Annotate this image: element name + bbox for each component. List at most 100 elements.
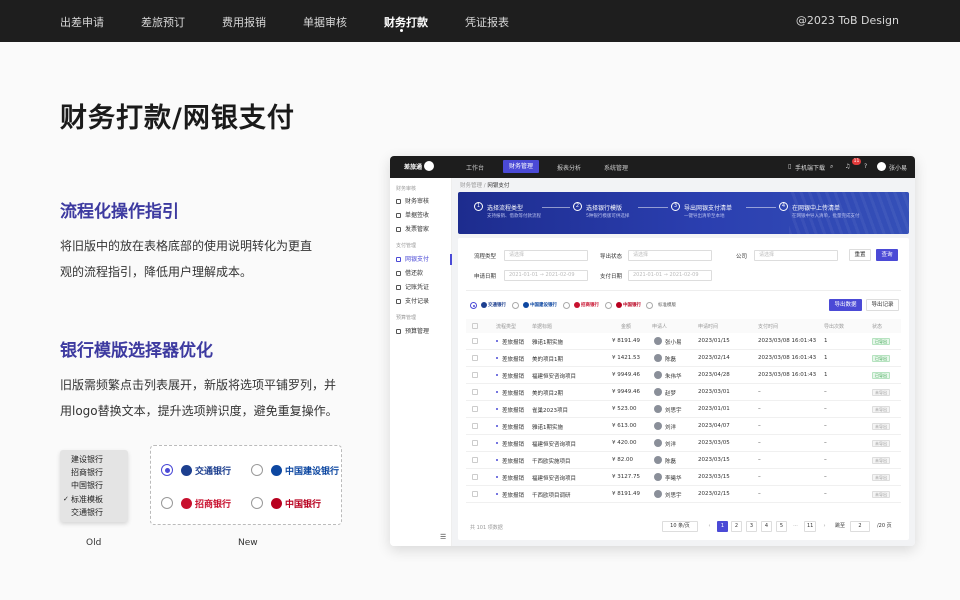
- radio-checked[interactable]: [470, 302, 477, 309]
- sidebar-item-pay-record[interactable]: 支付记录: [396, 296, 452, 307]
- old-dropdown-option[interactable]: 建设银行: [60, 453, 128, 466]
- column-header[interactable]: 支付时间: [758, 323, 778, 330]
- page-button-5[interactable]: 5: [776, 521, 787, 532]
- page-button-3[interactable]: 3: [746, 521, 757, 532]
- old-dropdown-option[interactable]: 交通银行: [60, 506, 128, 519]
- table-row[interactable]: 差旅报销 千西欧实施项目 ¥ 82.00 陈磊 2023/03/15 – – 未导出: [466, 452, 901, 469]
- pay-date-range[interactable]: 2021-01-01 → 2021-02-09: [628, 270, 712, 281]
- menu-collapse-icon[interactable]: ☰: [440, 533, 446, 541]
- table-row[interactable]: 差旅报销 福建恒安咨询项目 ¥ 420.00 刘洋 2023/03/05 – – 未导出: [466, 435, 901, 452]
- search-button[interactable]: 查询: [876, 249, 898, 261]
- table-cell-title[interactable]: 福建恒安咨询项目: [532, 372, 576, 380]
- table-row[interactable]: 差旅报销 福建恒安咨询项目 ¥ 9949.46 朱伟华 2023/04/28 2023/0…: [466, 367, 901, 384]
- app-nav-workbench[interactable]: 工作台: [466, 163, 484, 172]
- column-header[interactable]: 流程类型: [496, 323, 516, 330]
- nav-item-travel-apply[interactable]: 出差申请: [60, 14, 104, 30]
- table-cell-title[interactable]: 千西欧项目调研: [532, 491, 571, 499]
- table-cell-title[interactable]: 福建恒安咨询项目: [532, 440, 576, 448]
- row-checkbox[interactable]: [472, 440, 478, 446]
- page-ellipsis[interactable]: ···: [790, 521, 801, 532]
- radio[interactable]: [251, 497, 263, 509]
- radio[interactable]: [563, 302, 570, 309]
- row-checkbox[interactable]: [472, 423, 478, 429]
- table-row[interactable]: 差旅报销 雀巢2023项目 ¥ 523.00 刘思宇 2023/01/01 – – 未导出: [466, 401, 901, 418]
- column-header[interactable]: 单据标题: [532, 323, 552, 330]
- nav-item-voucher-report[interactable]: 凭证报表: [465, 14, 509, 30]
- table-row[interactable]: 差旅报销 雅诺1期实施 ¥ 613.00 刘洋 2023/04/07 – – 未导出: [466, 418, 901, 435]
- table-cell-title[interactable]: 美的项目2期: [532, 389, 563, 397]
- nav-item-expense[interactable]: 费用报销: [222, 14, 266, 30]
- page-button-4[interactable]: 4: [761, 521, 772, 532]
- table-cell-title[interactable]: 雅诺1期实施: [532, 338, 563, 346]
- app-nav-system[interactable]: 系统管理: [604, 163, 628, 172]
- sidebar-item-voucher[interactable]: 记账凭证: [396, 282, 452, 293]
- user-name[interactable]: 张小易: [889, 163, 907, 172]
- next-page-button[interactable]: ›: [819, 521, 830, 532]
- page-button-2[interactable]: 2: [731, 521, 742, 532]
- table-cell-title[interactable]: 雅诺1期实施: [532, 423, 563, 431]
- nav-item-finance-payment[interactable]: 财务打款: [384, 14, 428, 30]
- search-icon[interactable]: ⌕: [830, 163, 833, 171]
- table-cell-title[interactable]: 千西欧实施项目: [532, 457, 571, 465]
- bell-icon[interactable]: ♫: [845, 163, 850, 170]
- table-row[interactable]: 差旅报销 雅诺1期实施 ¥ 8191.49 张小易 2023/01/15 2023/03/…: [466, 333, 901, 350]
- breadcrumb-parent[interactable]: 财务管理: [460, 183, 482, 189]
- sidebar-item-loan[interactable]: 借还款: [396, 268, 452, 279]
- old-dropdown-option-selected[interactable]: ✓ 标准模板: [60, 493, 128, 506]
- row-checkbox[interactable]: [472, 372, 478, 378]
- column-header[interactable]: 状态: [872, 323, 882, 330]
- select-flow-type[interactable]: 请选择: [504, 250, 588, 261]
- radio[interactable]: [161, 497, 173, 509]
- row-checkbox[interactable]: [472, 355, 478, 361]
- row-checkbox[interactable]: [472, 406, 478, 412]
- column-header[interactable]: 金额: [621, 323, 631, 330]
- select-company[interactable]: 请选择: [754, 250, 838, 261]
- column-header[interactable]: 导出次数: [824, 323, 844, 330]
- table-row[interactable]: 差旅报销 福建恒安咨询项目 ¥ 3127.75 李曦华 2023/03/15 – – 未导出: [466, 469, 901, 486]
- radio[interactable]: [605, 302, 612, 309]
- sidebar-item-invoice[interactable]: 发票管家: [396, 224, 452, 235]
- select-export-status[interactable]: 请选择: [628, 250, 712, 261]
- sidebar-item-receipt[interactable]: 单据签收: [396, 210, 452, 221]
- select-all-checkbox[interactable]: [472, 323, 478, 329]
- table-row[interactable]: 差旅报销 美的项目1期 ¥ 1421.53 陈磊 2023/02/14 2023/03/0…: [466, 350, 901, 367]
- export-record-button[interactable]: 导出记录: [866, 299, 899, 311]
- column-header[interactable]: 申请人: [652, 323, 667, 330]
- radio[interactable]: [251, 464, 263, 476]
- row-checkbox[interactable]: [472, 457, 478, 463]
- export-data-button[interactable]: 导出数据: [829, 299, 862, 311]
- row-checkbox[interactable]: [472, 491, 478, 497]
- old-dropdown-option[interactable]: 中国银行: [60, 479, 128, 492]
- table-cell-title[interactable]: 雀巢2023项目: [532, 406, 568, 414]
- radio-checked[interactable]: [161, 464, 173, 476]
- sidebar-item-online-payment[interactable]: 网银支付: [396, 254, 452, 265]
- table-cell-title[interactable]: 美的项目1期: [532, 355, 563, 363]
- nav-item-travel-booking[interactable]: 差旅预订: [141, 14, 185, 30]
- page-size-select[interactable]: 10 条/页: [662, 521, 698, 532]
- page-button-1[interactable]: 1: [717, 521, 728, 532]
- reset-button[interactable]: 重置: [849, 249, 871, 261]
- prev-page-button[interactable]: ‹: [704, 521, 715, 532]
- help-icon[interactable]: ?: [864, 163, 867, 170]
- app-nav-report[interactable]: 报表分析: [557, 163, 581, 172]
- app-nav-finance[interactable]: 财务管理: [503, 160, 540, 173]
- table-cell-title[interactable]: 福建恒安咨询项目: [532, 474, 576, 482]
- row-checkbox[interactable]: [472, 338, 478, 344]
- apply-date-range[interactable]: 2021-01-01 → 2021-02-09: [504, 270, 588, 281]
- old-dropdown-option[interactable]: 招商银行: [60, 466, 128, 479]
- sidebar-item-finance-audit[interactable]: 财务审核: [396, 196, 452, 207]
- sidebar-item-budget[interactable]: 预算管理: [396, 326, 452, 337]
- column-header[interactable]: 申请时间: [698, 323, 718, 330]
- table-row[interactable]: 差旅报销 千西欧项目调研 ¥ 8191.49 刘思宇 2023/02/15 – – 未导出: [466, 486, 901, 503]
- jump-input[interactable]: 2: [850, 521, 870, 532]
- radio[interactable]: [646, 302, 653, 309]
- row-checkbox[interactable]: [472, 474, 478, 480]
- table-row[interactable]: 差旅报销 美的项目2期 ¥ 9949.46 赵梦 2023/03/01 – – 未导出: [466, 384, 901, 401]
- mobile-icon[interactable]: ▯: [788, 163, 791, 170]
- mobile-download-link[interactable]: 手机端下载: [795, 163, 825, 172]
- page-button-last[interactable]: 11: [804, 521, 817, 532]
- row-checkbox[interactable]: [472, 389, 478, 395]
- radio[interactable]: [512, 302, 519, 309]
- nav-item-audit[interactable]: 单据审核: [303, 14, 347, 30]
- avatar[interactable]: [877, 162, 886, 171]
